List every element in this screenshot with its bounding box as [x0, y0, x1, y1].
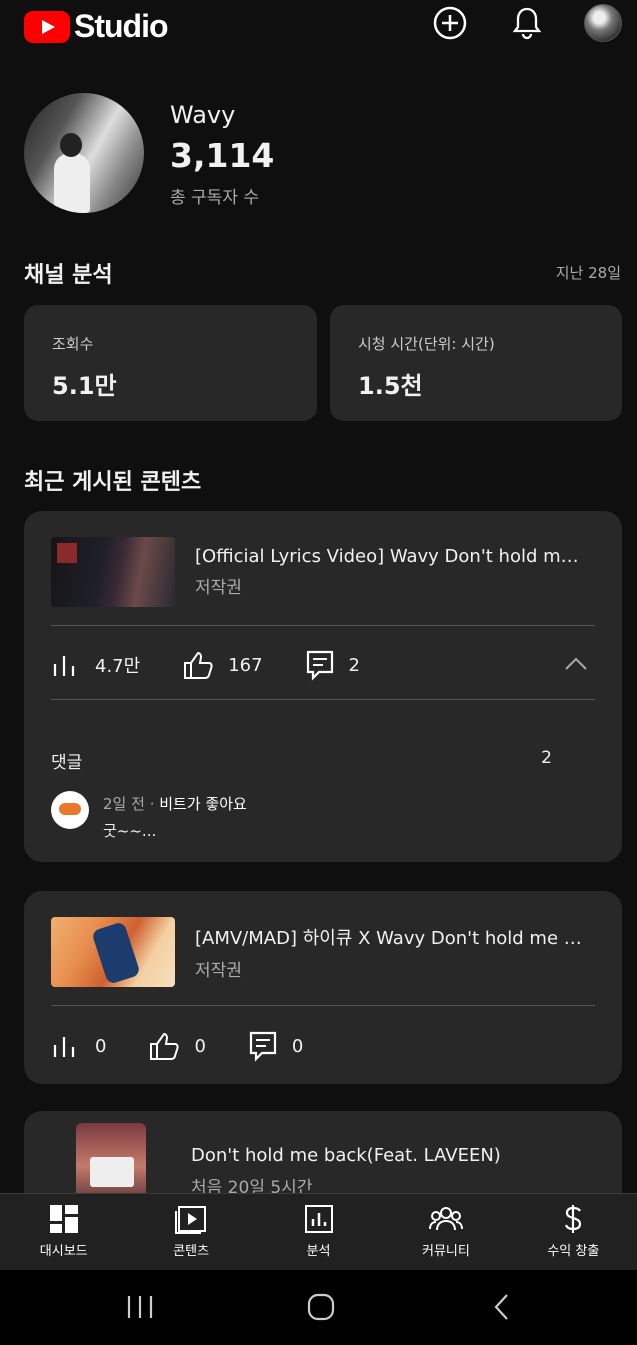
views-count: 4.7만 — [95, 656, 141, 677]
nav-content-label: 콘텐츠 — [173, 1244, 210, 1259]
views-count: 0 — [95, 1035, 107, 1057]
subscriber-count: 3,114 — [170, 136, 275, 175]
comment-time: 2일 전 — [103, 795, 145, 813]
nav-dashboard[interactable]: 대시보드 — [0, 1194, 127, 1270]
commenter-avatar[interactable] — [51, 791, 89, 829]
nav-analytics[interactable]: 분석 — [255, 1194, 382, 1270]
video-row[interactable]: [AMV/MAD] 하이큐 X Wavy Don't hold me back … — [51, 917, 589, 987]
views-metric: 4.7만 — [51, 652, 140, 678]
views-bar-icon — [53, 656, 75, 676]
comment-meta: 2일 전 · 비트가 좋아요 — [103, 793, 247, 814]
community-icon — [428, 1207, 463, 1231]
chevron-up-icon[interactable] — [564, 656, 588, 672]
video-thumbnail[interactable] — [51, 537, 175, 607]
nav-community[interactable]: 커뮤니티 — [382, 1194, 509, 1270]
nav-analytics-label: 분석 — [306, 1244, 331, 1259]
video-metrics: 0 0 0 — [51, 1029, 303, 1063]
home-icon[interactable] — [306, 1292, 336, 1322]
video-title[interactable]: [AMV/MAD] 하이큐 X Wavy Don't hold me back — [195, 924, 589, 950]
content-card-1: [Official Lyrics Video] Wavy Don't hold … — [24, 511, 622, 862]
add-icon[interactable] — [433, 6, 467, 40]
video-subtitle: 저작권 — [195, 578, 242, 598]
watch-time-card[interactable]: 시청 시간(단위: 시간) 1.5천 — [330, 305, 622, 421]
youtube-logo-icon — [24, 10, 70, 43]
divider — [51, 625, 595, 626]
views-metric: 0 — [51, 1033, 106, 1059]
video-metrics: 4.7만 167 2 — [51, 648, 360, 682]
views-bar-icon — [53, 1037, 75, 1057]
recent-apps-icon[interactable] — [126, 1292, 154, 1322]
comment-label: 비트가 좋아요 — [159, 795, 247, 813]
top-bar: Studio — [0, 0, 637, 52]
nav-monetization[interactable]: 수익 창출 — [510, 1194, 637, 1270]
analytics-title: 채널 분석 — [24, 263, 113, 288]
watch-time-value: 1.5천 — [358, 372, 423, 400]
views-card[interactable]: 조회수 5.1만 — [24, 305, 317, 421]
comments-metric: 2 — [305, 649, 360, 681]
comment-text: 굿~~... — [103, 822, 157, 840]
video-title[interactable]: [Official Lyrics Video] Wavy Don't hold … — [195, 546, 589, 567]
studio-logo[interactable]: Studio — [24, 8, 169, 45]
video-row[interactable]: [Official Lyrics Video] Wavy Don't hold … — [51, 537, 589, 607]
thumbs-up-icon — [150, 1032, 180, 1060]
content-card-2: [AMV/MAD] 하이큐 X Wavy Don't hold me back … — [24, 891, 622, 1084]
comments-count-metric: 0 — [291, 1035, 304, 1057]
bottom-navigation: 대시보드 콘텐츠 분석 커뮤니티 수익 창출 — [0, 1193, 637, 1270]
dollar-icon — [565, 1205, 582, 1233]
system-nav-bar — [0, 1270, 637, 1345]
divider — [51, 1005, 595, 1006]
likes-metric: 0 — [148, 1031, 206, 1061]
likes-metric: 167 — [182, 650, 263, 680]
bell-icon[interactable] — [510, 6, 544, 40]
divider — [51, 699, 595, 700]
views-value: 5.1만 — [52, 372, 117, 400]
thumbs-up-icon — [184, 651, 213, 679]
comments-heading: 댓글 — [51, 753, 83, 773]
comments-count-metric: 2 — [348, 654, 360, 676]
channel-profile — [24, 93, 144, 213]
comments-metric: 0 — [248, 1030, 303, 1062]
brand-label: Studio — [74, 8, 169, 44]
nav-content[interactable]: 콘텐츠 — [127, 1194, 254, 1270]
likes-count: 167 — [228, 654, 263, 676]
comment-icon — [306, 650, 333, 681]
back-icon[interactable] — [490, 1292, 514, 1322]
analytics-icon — [304, 1205, 333, 1233]
comment-icon — [249, 1031, 277, 1062]
content-icon — [175, 1206, 207, 1234]
comment-separator: · — [144, 795, 160, 813]
account-avatar[interactable] — [584, 4, 622, 42]
watch-time-label: 시청 시간(단위: 시간) — [358, 335, 495, 353]
nav-monetization-label: 수익 창출 — [547, 1244, 600, 1259]
views-label: 조회수 — [52, 335, 94, 353]
video-title[interactable]: Don't hold me back(Feat. LAVEEN) — [191, 1145, 501, 1166]
video-thumbnail[interactable] — [51, 917, 175, 987]
recent-content-title: 최근 게시된 콘텐츠 — [24, 470, 202, 495]
channel-name: Wavy — [170, 101, 236, 129]
comment-item[interactable]: 2일 전 · 비트가 좋아요 굿~~... — [51, 791, 247, 841]
video-subtitle: 저작권 — [195, 960, 242, 981]
nav-community-label: 커뮤니티 — [422, 1244, 470, 1259]
likes-count: 0 — [194, 1035, 206, 1057]
subscriber-label: 총 구독자 수 — [170, 188, 260, 208]
nav-dashboard-label: 대시보드 — [39, 1244, 88, 1259]
analytics-period: 지난 28일 — [555, 264, 621, 282]
dashboard-icon — [49, 1205, 78, 1233]
channel-avatar[interactable] — [24, 93, 144, 213]
comments-total: 2 — [541, 748, 552, 768]
